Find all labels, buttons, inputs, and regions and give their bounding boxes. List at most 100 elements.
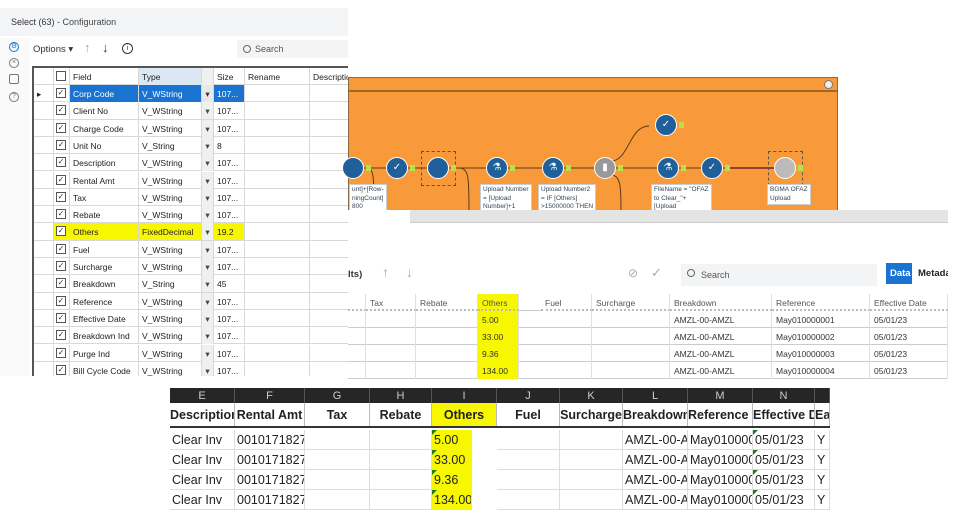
field-row[interactable]: Client No V_WString ▾ 107... ✓	[34, 102, 348, 120]
type-select[interactable]: V_WString	[139, 361, 202, 376]
column-letter[interactable]: M	[688, 388, 753, 403]
column-letter[interactable]: L	[623, 388, 688, 403]
select-tool-output-anchor-icon[interactable]	[679, 122, 684, 128]
multi-field-formula-icon[interactable]	[427, 157, 449, 179]
sheet-cell[interactable]: Clear Inv	[170, 470, 235, 490]
size-cell[interactable]: 107...	[214, 85, 245, 102]
rename-cell[interactable]	[245, 275, 310, 293]
column-letter[interactable]: F	[235, 388, 305, 403]
sheet-cell[interactable]: May010000002	[688, 450, 753, 470]
size-cell[interactable]: 45	[214, 275, 245, 293]
size-cell[interactable]: 107...	[214, 327, 245, 345]
size-cell[interactable]: 107...	[214, 171, 245, 189]
output-tool-output-anchor-icon[interactable]	[798, 165, 803, 171]
column-letter[interactable]: N	[753, 388, 815, 403]
formula-tool-output-anchor-icon[interactable]	[566, 165, 571, 171]
field-checkbox[interactable]: ✓	[56, 347, 66, 358]
tab-metadata[interactable]: Metadata	[914, 263, 948, 279]
type-select[interactable]: V_WString	[139, 188, 202, 206]
formula-tool-icon[interactable]: ⚗	[486, 157, 508, 179]
size-cell[interactable]: 19.2	[214, 223, 245, 241]
size-cell[interactable]: 8	[214, 136, 245, 154]
type-dropdown-chevron-icon[interactable]: ▾	[202, 240, 214, 258]
type-dropdown-chevron-icon[interactable]: ▾	[202, 258, 214, 275]
field-checkbox[interactable]: ✓	[56, 139, 66, 150]
down-arrow-icon[interactable]: ↓	[406, 264, 413, 280]
field-row[interactable]: Rental Amt V_WString ▾ 107... ✓	[34, 171, 348, 189]
sheet-cell[interactable]	[560, 470, 623, 490]
header-cell[interactable]: Reference	[688, 403, 753, 426]
select-tool-icon[interactable]: ✓	[386, 157, 408, 179]
field-row[interactable]: Surcharge V_WString ▾ 107... ✓	[34, 258, 348, 276]
size-cell[interactable]: 107...	[214, 258, 245, 275]
rename-cell[interactable]	[245, 154, 310, 172]
type-select[interactable]: V_WString	[139, 240, 202, 258]
field-row[interactable]: Tax V_WString ▾ 107... ✓	[34, 188, 348, 207]
field-checkbox[interactable]: ✓	[56, 243, 66, 254]
field-row[interactable]: Bill Cycle Code V_WString ▾ 107... ✓	[34, 361, 348, 376]
type-select[interactable]: V_WString	[139, 206, 202, 224]
type-dropdown-chevron-icon[interactable]: ▾	[202, 188, 214, 206]
column-letter[interactable]: J	[497, 388, 560, 403]
formula-tool-icon[interactable]: ⚗	[542, 157, 564, 179]
field-checkbox[interactable]: ✓	[56, 191, 66, 202]
field-checkbox[interactable]: ✓	[56, 122, 66, 133]
rename-cell[interactable]	[245, 361, 310, 376]
sheet-cell[interactable]	[497, 430, 560, 450]
rename-cell[interactable]	[245, 292, 310, 310]
sheet-cell[interactable]: May010000001	[688, 430, 753, 450]
rename-cell[interactable]	[245, 206, 310, 224]
sheet-cell[interactable]: 0010171827	[235, 450, 305, 470]
sheet-cell[interactable]	[497, 450, 560, 470]
rename-cell[interactable]	[245, 240, 310, 258]
sheet-cell[interactable]: May010000004	[688, 490, 753, 510]
type-select[interactable]: V_String	[139, 275, 202, 293]
type-dropdown-chevron-icon[interactable]: ▾	[202, 361, 214, 376]
field-row[interactable]: Description V_WString ▾ 107... ✓	[34, 154, 348, 172]
header-cell[interactable]: Description	[170, 403, 235, 426]
field-checkbox[interactable]: ✓	[56, 330, 66, 341]
column-letter[interactable]: E	[170, 388, 235, 403]
rename-cell[interactable]	[245, 188, 310, 206]
sheet-cell[interactable]: 5.00	[432, 430, 472, 450]
size-cell[interactable]: 107...	[214, 188, 245, 206]
sheet-cell[interactable]	[370, 470, 432, 490]
multi-field-formula-output-anchor-icon[interactable]	[451, 165, 456, 171]
select-tool-output-anchor-icon[interactable]	[725, 165, 730, 171]
move-up-arrow-icon[interactable]: ↑	[84, 40, 91, 55]
field-checkbox[interactable]: ✓	[56, 261, 66, 271]
field-checkbox[interactable]: ✓	[56, 157, 66, 168]
formula-tool-output-anchor-icon[interactable]	[510, 165, 515, 171]
rename-cell[interactable]	[245, 344, 310, 362]
tab-data[interactable]: Data	[886, 263, 912, 284]
size-cell[interactable]: 107...	[214, 154, 245, 172]
field-row[interactable]: ▸ Corp Code V_WString ▾ 107... ✓	[34, 85, 348, 103]
info-icon[interactable]: i	[122, 43, 133, 54]
field-checkbox[interactable]: ✓	[56, 226, 66, 237]
sheet-cell[interactable]: 0010171827	[235, 430, 305, 450]
type-dropdown-chevron-icon[interactable]: ▾	[202, 344, 214, 362]
sheet-cell[interactable]: Clear Inv	[170, 450, 235, 470]
field-checkbox[interactable]: ✓	[56, 105, 66, 116]
rename-cell[interactable]	[245, 102, 310, 120]
type-dropdown-chevron-icon[interactable]: ▾	[202, 206, 214, 224]
sheet-cell[interactable]	[305, 490, 370, 510]
field-row[interactable]: Fuel V_WString ▾ 107... ✓	[34, 240, 348, 258]
header-cell[interactable]: Tax	[305, 403, 370, 426]
sheet-cell[interactable]	[370, 490, 432, 510]
sheet-cell[interactable]: 0010171827	[235, 470, 305, 490]
sheet-cell[interactable]: AMZL-00-AMZL	[623, 430, 688, 450]
help-icon[interactable]: ?	[9, 92, 19, 102]
header-cell[interactable]: Effective Date	[753, 403, 815, 426]
rename-cell[interactable]	[245, 119, 310, 137]
type-select[interactable]: V_WString	[139, 258, 202, 275]
type-select[interactable]: V_WString	[139, 171, 202, 189]
sheet-cell[interactable]	[497, 470, 560, 490]
size-cell[interactable]: 107...	[214, 102, 245, 120]
sheet-cell[interactable]	[497, 490, 560, 510]
sheet-cell[interactable]	[305, 450, 370, 470]
field-row[interactable]: Others FixedDecimal ▾ 19.2 ✓	[34, 223, 348, 241]
type-dropdown-chevron-icon[interactable]: ▾	[202, 85, 214, 102]
sheet-cell[interactable]: Y	[815, 450, 830, 470]
sheet-cell[interactable]: 05/01/23	[753, 470, 815, 490]
